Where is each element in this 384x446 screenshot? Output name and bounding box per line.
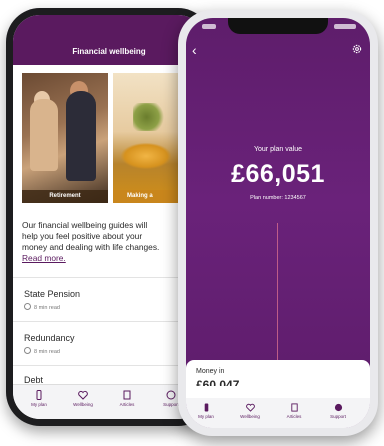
plan-value: £66,051 <box>231 160 325 188</box>
battery-icon <box>334 24 356 29</box>
tab-wellbeing[interactable]: Wellbeing <box>232 403 268 419</box>
coins-illustration <box>121 143 171 169</box>
document-icon <box>123 390 131 400</box>
money-in-card[interactable]: Money in £60,047 My plan Wellbeing Artic… <box>186 360 370 428</box>
help-icon <box>334 403 342 412</box>
divider-line <box>277 223 278 363</box>
guide-read-time: 8 min read <box>24 303 60 311</box>
bottom-tab-bar: My plan Wellbeing Articles Support <box>186 398 370 428</box>
heart-icon <box>78 390 88 400</box>
tab-articles[interactable]: Articles <box>109 390 145 407</box>
back-phone-screen: Financial wellbeing Retirement Making a … <box>13 15 205 419</box>
tab-wellbeing[interactable]: Wellbeing <box>65 390 101 407</box>
tab-support[interactable]: Support <box>320 403 356 419</box>
guide-title-redundancy[interactable]: Redundancy <box>24 333 75 343</box>
tab-my-plan[interactable]: My plan <box>21 390 57 407</box>
tab-my-plan[interactable]: My plan <box>188 403 224 419</box>
divider <box>13 277 205 278</box>
plan-number: Plan number: 1234567 <box>250 195 306 201</box>
tile-label: Retirement <box>22 190 108 203</box>
back-arrow-icon[interactable]: ‹ <box>192 42 197 58</box>
guide-title-state-pension[interactable]: State Pension <box>24 289 80 299</box>
phone-icon <box>204 403 208 412</box>
document-icon <box>290 403 298 412</box>
divider <box>13 321 205 322</box>
clock-icon <box>24 347 31 354</box>
help-icon <box>166 390 176 400</box>
heart-icon <box>245 403 255 412</box>
tab-articles[interactable]: Articles <box>276 403 312 419</box>
clock-icon <box>24 303 31 310</box>
front-phone: ‹ Your plan value £66,051 Plan number: 1… <box>178 10 378 436</box>
divider <box>13 365 205 366</box>
front-phone-screen: ‹ Your plan value £66,051 Plan number: 1… <box>186 18 370 428</box>
plan-value-label: Your plan value <box>253 146 302 153</box>
card-title: Money in <box>196 368 225 375</box>
phone-icon <box>36 390 42 400</box>
gear-icon[interactable] <box>352 44 362 54</box>
wellbeing-header: Financial wellbeing <box>13 15 205 65</box>
page-title: Financial wellbeing <box>72 47 146 56</box>
plant-illustration <box>133 103 167 131</box>
guide-read-time: 8 min read <box>24 347 60 355</box>
guide-tile-retirement[interactable]: Retirement <box>22 73 108 203</box>
status-time <box>202 24 216 29</box>
bottom-tab-bar: My plan Wellbeing Articles Support <box>13 384 205 419</box>
card-value: £60,047 <box>196 378 240 386</box>
phone-notch <box>228 18 328 34</box>
intro-text: Our financial wellbeing guides will help… <box>22 220 202 264</box>
read-more-link[interactable]: Read more. <box>22 253 202 264</box>
